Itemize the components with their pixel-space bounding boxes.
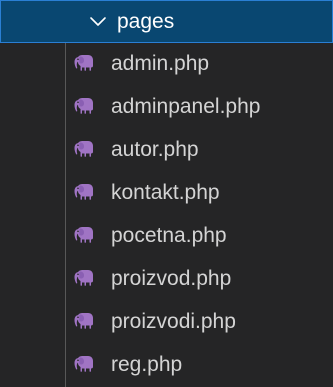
file-label: pocetna.php (111, 224, 227, 247)
file-item[interactable]: proizvodi.php (0, 301, 333, 344)
file-item[interactable]: proizvod.php (0, 258, 333, 301)
php-elephant-icon (74, 55, 93, 71)
file-label: admin.php (111, 52, 210, 75)
php-elephant-icon (74, 313, 93, 329)
php-elephant-icon (74, 141, 93, 157)
file-item[interactable]: pocetna.php (0, 215, 333, 258)
php-elephant-icon (74, 227, 93, 243)
file-label: proizvod.php (111, 267, 232, 290)
folder-pages[interactable]: pages (0, 0, 333, 43)
file-label: proizvodi.php (111, 310, 236, 333)
php-elephant-icon (74, 356, 93, 372)
file-item[interactable]: admin.php (0, 43, 333, 86)
php-elephant-icon (74, 98, 93, 114)
file-label: kontakt.php (111, 181, 220, 204)
file-list: admin.php adminpanel.php autor.php konta… (0, 43, 333, 387)
file-item[interactable]: kontakt.php (0, 172, 333, 215)
file-item[interactable]: adminpanel.php (0, 86, 333, 129)
folder-label: pages (117, 10, 175, 33)
file-label: autor.php (111, 138, 199, 161)
chevron-down-icon[interactable] (87, 10, 109, 32)
php-elephant-icon (74, 270, 93, 286)
file-explorer: pages admin.php adminpanel.php autor.php… (0, 0, 333, 387)
file-label: adminpanel.php (111, 95, 261, 118)
file-label: reg.php (111, 353, 183, 376)
file-item[interactable]: reg.php (0, 344, 333, 387)
file-item[interactable]: autor.php (0, 129, 333, 172)
php-elephant-icon (74, 184, 93, 200)
